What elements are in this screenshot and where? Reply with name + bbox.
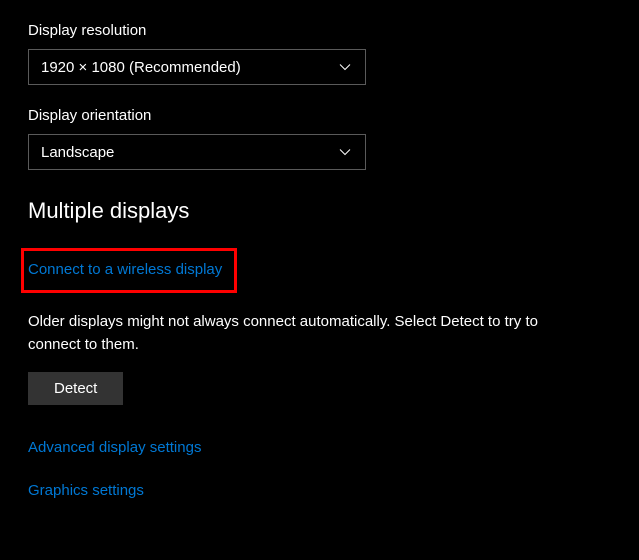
advanced-display-settings-link[interactable]: Advanced display settings <box>28 439 611 456</box>
multiple-displays-heading: Multiple displays <box>28 198 611 224</box>
chevron-down-icon <box>337 59 353 75</box>
chevron-down-icon <box>337 144 353 160</box>
connect-wireless-display-link[interactable]: Connect to a wireless display <box>28 261 222 278</box>
highlighted-annotation: Connect to a wireless display <box>21 248 237 293</box>
older-displays-text: Older displays might not always connect … <box>28 311 588 356</box>
display-orientation-select[interactable]: Landscape <box>28 134 366 170</box>
display-resolution-select[interactable]: 1920 × 1080 (Recommended) <box>28 49 366 85</box>
display-orientation-label: Display orientation <box>28 107 611 124</box>
graphics-settings-link[interactable]: Graphics settings <box>28 482 611 499</box>
display-orientation-value: Landscape <box>41 144 114 161</box>
display-resolution-value: 1920 × 1080 (Recommended) <box>41 59 241 76</box>
display-resolution-label: Display resolution <box>28 22 611 39</box>
detect-button[interactable]: Detect <box>28 372 123 405</box>
